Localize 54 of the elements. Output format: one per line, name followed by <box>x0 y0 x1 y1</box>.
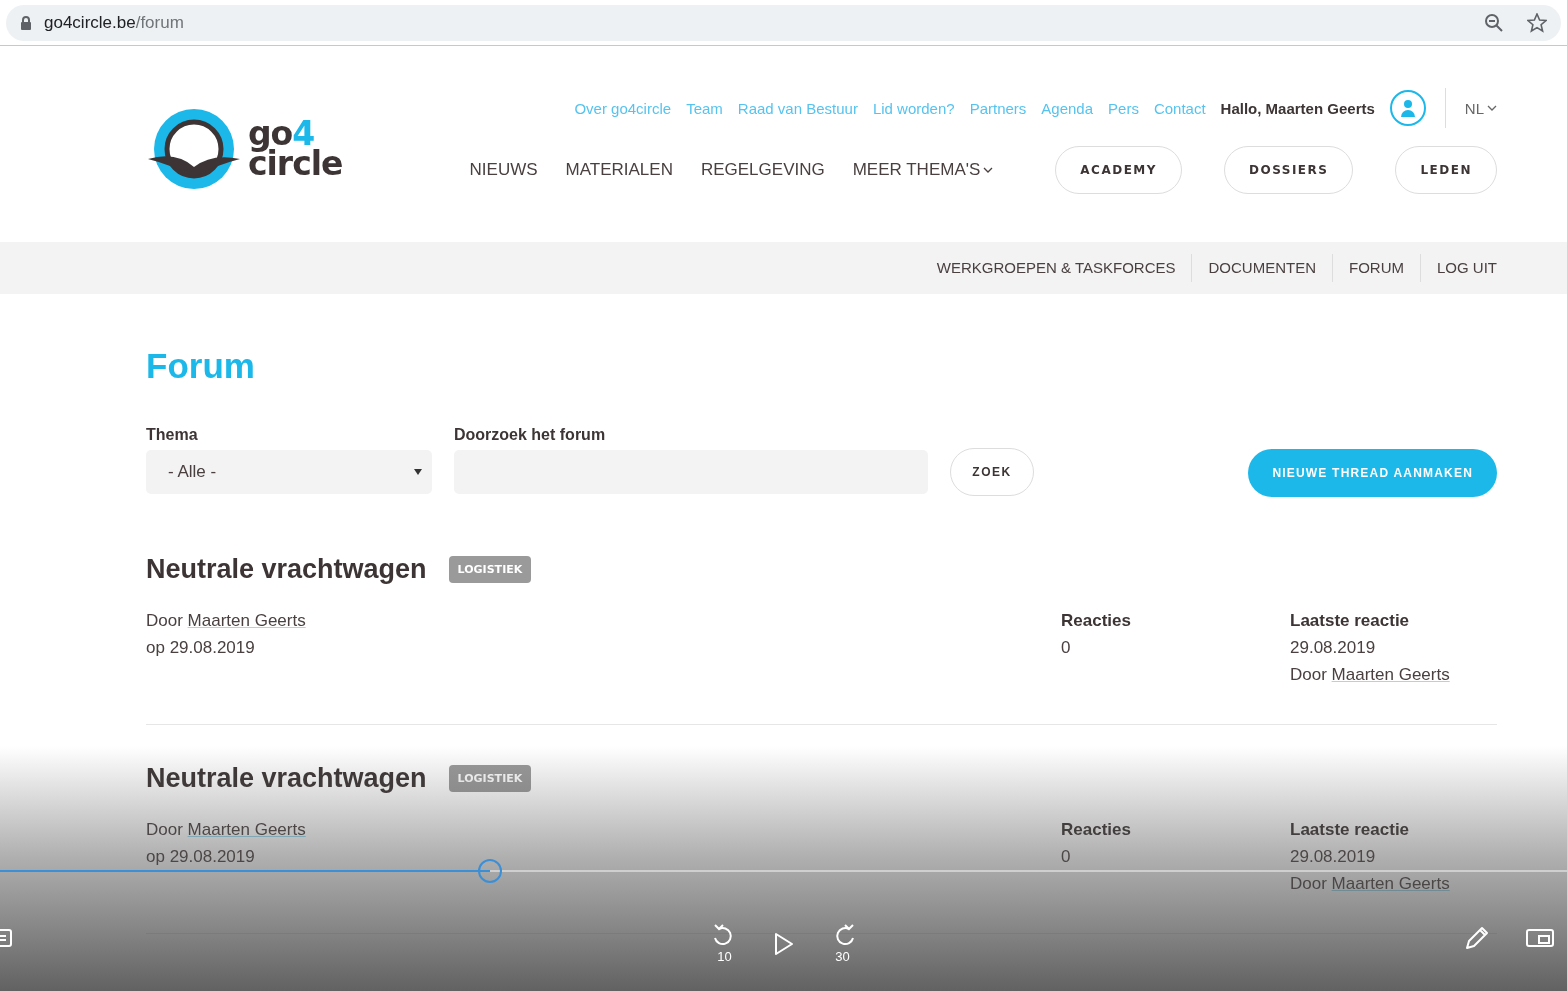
page-title: Forum <box>146 346 256 386</box>
star-icon[interactable] <box>1527 12 1547 33</box>
address-bar[interactable]: go4circle.be/forum <box>6 4 1561 41</box>
replies-label: Reacties <box>1061 610 1131 632</box>
subnav-link[interactable]: DOCUMENTEN <box>1191 254 1332 282</box>
lock-icon <box>20 15 32 30</box>
subnav-link[interactable]: FORUM <box>1332 254 1420 282</box>
nav-link[interactable]: REGELGEVING <box>700 160 825 180</box>
last-reply-label: Laatste reactie <box>1290 610 1410 632</box>
post-date: op 29.08.2019 <box>146 846 255 868</box>
author-link[interactable]: Maarten Geerts <box>1331 874 1450 893</box>
nav-link[interactable]: NIEUWS <box>469 160 538 180</box>
nav-button[interactable]: LEDEN <box>1395 146 1497 194</box>
thread-title[interactable]: Neutrale vrachtwagen <box>146 554 427 585</box>
replies-count: 0 <box>1061 637 1071 659</box>
author-link[interactable]: Maarten Geerts <box>1331 665 1450 684</box>
author-line: Door Maarten Geerts <box>146 819 306 841</box>
nav-link[interactable]: MEER THEMA'S <box>852 160 994 180</box>
category-tag: LOGISTIEK <box>448 556 532 583</box>
forward-button[interactable]: 30 <box>827 924 858 964</box>
nav-link[interactable]: MATERIALEN <box>565 160 673 180</box>
field-label: Doorzoek het forum <box>454 426 607 444</box>
nav-button[interactable]: DOSSIERS <box>1224 146 1354 194</box>
theme-select[interactable]: - Alle - <box>146 450 432 494</box>
chevron-down-icon <box>983 167 994 173</box>
subnav-link[interactable]: LOG UIT <box>1420 254 1497 282</box>
logo[interactable]: go4 circle <box>146 46 343 242</box>
author-link[interactable]: Maarten Geerts <box>187 611 306 630</box>
replies-count: 0 <box>1061 846 1071 868</box>
chevron-down-icon <box>1487 105 1497 111</box>
author-line: Door Maarten Geerts <box>1290 873 1450 895</box>
user-greeting: Hallo, Maarten Geerts <box>1220 99 1375 117</box>
last-reply-date: 29.08.2019 <box>1290 637 1376 659</box>
last-reply-date: 29.08.2019 <box>1290 846 1376 868</box>
subnav-link[interactable]: WERKGROEPEN & TASKFORCES <box>920 254 1192 282</box>
triangle-down-icon <box>414 469 422 475</box>
url-text: go4circle.be/forum <box>44 12 185 33</box>
language-select[interactable]: NL <box>1464 99 1497 117</box>
replies-label: Reacties <box>1061 819 1131 841</box>
field-label: Thema <box>146 426 199 444</box>
rewind-button[interactable]: 10 <box>709 924 740 964</box>
play-icon[interactable] <box>773 932 794 956</box>
user-icon[interactable] <box>1389 90 1426 126</box>
zoom-icon[interactable] <box>1485 13 1503 32</box>
author-line: Door Maarten Geerts <box>1290 664 1450 686</box>
author-link[interactable]: Maarten Geerts <box>187 820 306 839</box>
progress-thumb[interactable] <box>478 859 503 883</box>
author-line: Door Maarten Geerts <box>146 610 306 632</box>
post-date: op 29.08.2019 <box>146 637 255 659</box>
category-tag: LOGISTIEK <box>448 765 532 792</box>
thread-title[interactable]: Neutrale vrachtwagen <box>146 763 427 794</box>
search-button[interactable]: ZOEK <box>950 448 1034 496</box>
nav-button[interactable]: ACADEMY <box>1055 146 1182 194</box>
last-reply-label: Laatste reactie <box>1290 819 1410 841</box>
